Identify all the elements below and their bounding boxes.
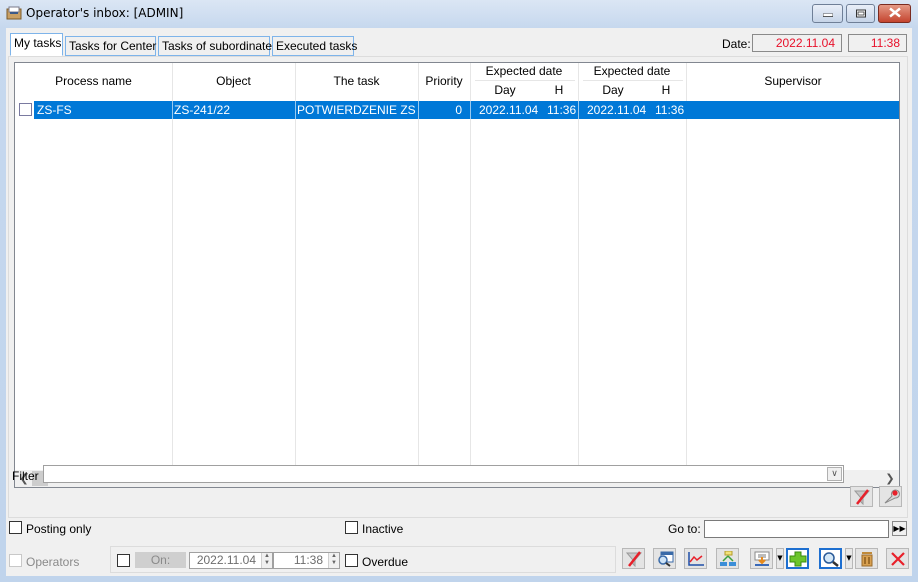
overdue-label: Overdue — [362, 555, 409, 569]
client-area: My tasks Tasks for Center Tasks of subor… — [6, 28, 912, 576]
close-icon — [888, 7, 901, 20]
time-display: 11:38 — [848, 34, 907, 52]
date-display: 2022.11.04 — [752, 34, 842, 52]
search-dropdown-button[interactable]: ▼ — [845, 548, 853, 569]
on-button[interactable]: On: — [135, 552, 186, 568]
goto-label: Go to: — [668, 522, 701, 536]
line-chart-icon — [688, 552, 704, 566]
col-header-priority[interactable]: Priority — [418, 74, 470, 88]
maximize-button[interactable] — [846, 4, 875, 23]
chevron-down-icon[interactable]: ∨ — [827, 467, 842, 481]
window-magnifier-icon — [658, 551, 674, 567]
tasks-panel: Process name Object The task Priority Ex… — [8, 56, 908, 518]
scroll-right-icon[interactable]: ❯ — [883, 471, 897, 486]
col-header-day-2[interactable]: Day — [590, 83, 636, 97]
cell-object: ZS-241/22 — [174, 103, 231, 117]
search-button[interactable] — [819, 548, 842, 569]
hierarchy-icon — [720, 551, 736, 566]
goto-button[interactable]: ▶▶ — [892, 521, 907, 536]
title-bar: Operator's inbox: [ADMIN] — [0, 0, 918, 28]
date-label: Date: — [722, 37, 751, 51]
preview-button[interactable] — [653, 548, 676, 569]
add-button[interactable] — [786, 548, 809, 569]
funnel-strike-icon — [853, 489, 871, 505]
minimize-button[interactable] — [812, 4, 843, 23]
col-header-day-1[interactable]: Day — [482, 83, 528, 97]
spinner-arrows-icon[interactable]: ▲ ▼ — [261, 553, 272, 568]
overdue-checkbox[interactable] — [345, 554, 358, 567]
chart-button[interactable] — [684, 548, 707, 569]
inbox-app-icon — [6, 6, 22, 20]
table-row[interactable]: ZS-FS ZS-241/22 POTWIERDZENIE ZS 0 2022.… — [34, 101, 687, 119]
cell-task: POTWIERDZENIE ZS — [297, 103, 416, 117]
col-header-hour-2[interactable]: H — [656, 83, 676, 97]
magnifier-icon — [823, 552, 839, 567]
filter-input[interactable]: ∨ — [43, 465, 844, 483]
import-dropdown-button[interactable]: ▼ — [776, 548, 784, 569]
import-button[interactable] — [750, 548, 773, 569]
col-header-object[interactable]: Object — [172, 74, 295, 88]
inactive-checkbox[interactable] — [345, 521, 358, 534]
col-header-supervisor[interactable]: Supervisor — [686, 74, 899, 88]
row-checkbox[interactable] — [19, 103, 32, 116]
tab-tasks-for-center[interactable]: Tasks for Center — [65, 36, 156, 56]
col-header-expected-date-1[interactable]: Expected date — [470, 64, 578, 78]
cell-expected-hour-1: 11:36 — [547, 103, 577, 117]
on-time-spinner[interactable]: 11:38 ▲ ▼ — [273, 552, 340, 569]
cell-priority: 0 — [455, 103, 462, 117]
goto-input[interactable] — [704, 520, 889, 538]
delete-button[interactable] — [855, 548, 878, 569]
plus-icon — [789, 551, 807, 567]
funnel-strike-icon — [625, 551, 643, 567]
tab-tasks-of-subordinates[interactable]: Tasks of subordinates — [158, 36, 278, 56]
tasks-grid: Process name Object The task Priority Ex… — [14, 62, 900, 488]
cell-process-name: ZS-FS — [37, 103, 72, 117]
col-header-hour-1[interactable]: H — [549, 83, 569, 97]
filter-settings-button[interactable] — [879, 486, 902, 507]
tab-executed-tasks[interactable]: Executed tasks — [272, 36, 357, 56]
hierarchy-button[interactable] — [716, 548, 739, 569]
trash-icon — [861, 552, 873, 567]
restore-icon — [855, 7, 866, 20]
operators-inbox-window: Operator's inbox: [ADMIN] My tasks Tasks… — [0, 0, 918, 582]
cell-expected-day-2: 2022.11.04 — [587, 103, 647, 117]
minimize-icon — [822, 7, 833, 20]
posting-only-checkbox[interactable] — [9, 521, 22, 534]
filter-label: Filter — [12, 469, 39, 483]
tab-my-tasks[interactable]: My tasks — [10, 33, 63, 56]
posting-only-label: Posting only — [26, 522, 92, 536]
cell-supervisor[interactable] — [687, 101, 899, 119]
inactive-label: Inactive — [362, 522, 404, 536]
on-date-spinner[interactable]: 2022.11.04 ▲ ▼ — [189, 552, 273, 569]
cell-expected-day-1: 2022.11.04 — [479, 103, 539, 117]
on-date-checkbox[interactable] — [117, 554, 130, 567]
cell-expected-hour-2: 11:36 — [655, 103, 685, 117]
close-form-button[interactable] — [886, 548, 909, 569]
clear-filter-button[interactable] — [850, 486, 873, 507]
operators-label: Operators — [26, 555, 80, 569]
close-window-button[interactable] — [878, 4, 911, 23]
fast-forward-icon: ▶▶ — [893, 524, 906, 533]
col-header-task[interactable]: The task — [295, 74, 418, 88]
col-header-process-name[interactable]: Process name — [15, 74, 172, 88]
col-header-expected-date-2[interactable]: Expected date — [578, 64, 686, 78]
spinner-arrows-icon[interactable]: ▲ ▼ — [328, 553, 339, 568]
window-title: Operator's inbox: [ADMIN] — [26, 6, 184, 20]
wrench-icon — [884, 489, 900, 504]
operators-checkbox[interactable] — [9, 554, 22, 567]
close-x-icon — [891, 552, 905, 566]
clear-filter-toolbar-button[interactable] — [622, 548, 645, 569]
import-icon — [754, 551, 770, 566]
